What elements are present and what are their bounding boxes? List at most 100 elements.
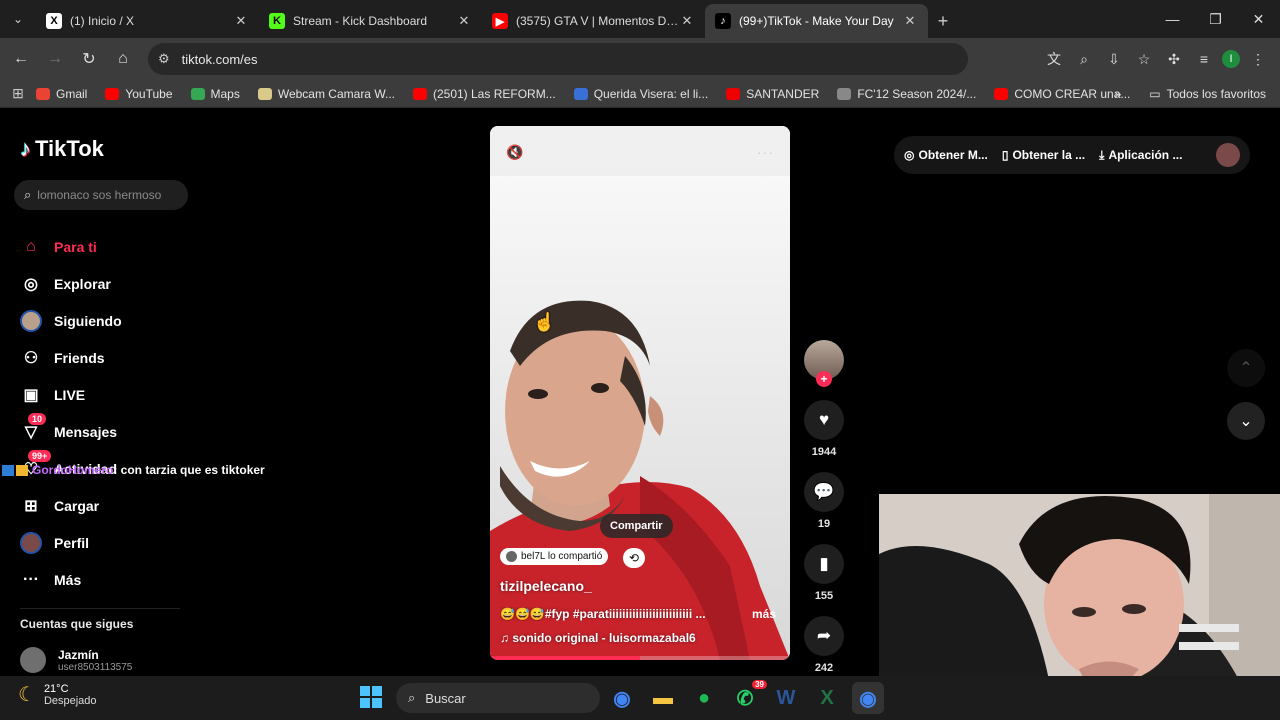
bookmark-item[interactable]: Gmail	[36, 87, 87, 101]
like-action[interactable]: ♥ 1944	[804, 400, 844, 458]
bookmark-item[interactable]: Webcam Camara W...	[257, 87, 395, 101]
get-coins-button[interactable]: ◎ Obtener M...	[904, 148, 988, 162]
sidebar-item-live[interactable]: ▣ LIVE	[20, 376, 122, 413]
comment-action[interactable]: 💬 19	[804, 472, 844, 530]
sidebar-item-cargar[interactable]: ⊞ Cargar	[20, 487, 122, 524]
sidebar-item-para-ti[interactable]: ⌂ Para ti	[20, 228, 122, 265]
bookmarks-overflow-icon[interactable]: »	[1115, 87, 1122, 101]
bookmark-icon[interactable]: ▮	[804, 544, 844, 584]
video-player[interactable]: 🔇 ··· Compartir bel7L lo compartió ⟲ tiz…	[490, 126, 790, 660]
sidebar-item-friends[interactable]: ⚇ Friends	[20, 339, 122, 376]
sound-name: sonido original - luisormazabal6	[512, 631, 696, 645]
sidebar-item-perfil[interactable]: Perfil	[20, 524, 122, 561]
bookmark-item[interactable]: (2501) Las REFORM...	[412, 87, 556, 101]
bookmark-item[interactable]: FC'12 Season 2024/...	[837, 87, 976, 101]
chat-badge-icon	[16, 464, 28, 476]
explorer-icon[interactable]: ▬	[647, 682, 679, 714]
windows-start-icon[interactable]	[360, 686, 382, 708]
chat-username: GordoHomero	[32, 463, 114, 477]
search-input[interactable]: ⌕ lomonaco sos hermoso	[14, 180, 188, 210]
spotify-icon[interactable]: ●	[688, 682, 720, 714]
home-button[interactable]: ⌂	[106, 42, 140, 76]
sidebar-item-más[interactable]: ··· Más	[20, 561, 122, 598]
mute-icon[interactable]: 🔇	[506, 144, 523, 161]
install-icon[interactable]: ⇩	[1102, 47, 1126, 71]
close-window-button[interactable]: ✕	[1237, 0, 1280, 38]
profile-avatar[interactable]: I	[1222, 50, 1240, 68]
tiktok-page: ♪ TikTok ⌕ lomonaco sos hermoso ⌂ Para t…	[0, 114, 1280, 680]
repost-pill[interactable]: bel7L lo compartió	[500, 548, 609, 565]
word-icon[interactable]: W	[770, 682, 802, 714]
apps-icon[interactable]: ⊞	[0, 85, 36, 102]
video-author[interactable]: tizilpelecano_	[500, 578, 592, 594]
zoom-icon[interactable]: ⌕	[1072, 47, 1096, 71]
get-app-button[interactable]: ▯ Obtener la ...	[1002, 148, 1085, 162]
new-tab-button[interactable]: +	[928, 4, 958, 38]
chrome-icon[interactable]: ◉	[606, 682, 638, 714]
browser-tab[interactable]: ♪ (99+)TikTok - Make Your Day ✕	[705, 4, 928, 38]
media-icon[interactable]: ≡	[1192, 47, 1216, 71]
user-avatar[interactable]	[1216, 143, 1240, 167]
weather-widget[interactable]: ☾ 21°C Despejado	[18, 682, 97, 707]
tab-search-button[interactable]: ⌄	[0, 0, 36, 38]
taskbar-search[interactable]: ⌕ Buscar	[396, 683, 600, 713]
bookmark-label: COMO CREAR una...	[1014, 86, 1131, 101]
minimize-button[interactable]: —	[1151, 0, 1194, 38]
follow-plus-icon[interactable]: +	[816, 371, 832, 387]
following-user[interactable]: Jazmín user8503113575	[20, 647, 132, 673]
sidebar-item-siguiendo[interactable]: Siguiendo	[20, 302, 122, 339]
reload-button[interactable]: ↻	[72, 42, 106, 76]
sidebar-item-explorar[interactable]: ◎ Explorar	[20, 265, 122, 302]
bookmark-item[interactable]: COMO CREAR una...	[994, 87, 1130, 101]
creator-avatar[interactable]: +	[804, 340, 844, 387]
more-icon: ···	[23, 570, 39, 588]
video-progress-bar[interactable]	[490, 656, 790, 660]
share-action[interactable]: ➦ 242	[804, 616, 844, 674]
site-info-icon[interactable]: ⚙	[158, 51, 170, 67]
address-bar[interactable]: ⚙ tiktok.com/es	[148, 43, 968, 75]
translate-icon[interactable]: 文	[1042, 47, 1066, 71]
back-button[interactable]: ←	[4, 42, 38, 76]
more-options-icon[interactable]: ···	[757, 144, 774, 160]
close-tab-icon[interactable]: ✕	[902, 13, 918, 29]
caption-more-link[interactable]: más	[752, 607, 776, 621]
video-sound[interactable]: ♫ sonido original - luisormazabal6	[500, 631, 696, 645]
close-tab-icon[interactable]: ✕	[456, 13, 472, 29]
forward-button[interactable]: →	[38, 42, 72, 76]
sidebar-nav: ⌂ Para ti ◎ Explorar Siguiendo ⚇ Friends ▣ …	[20, 228, 122, 598]
bookmark-item[interactable]: Maps	[190, 87, 240, 101]
live-icon: ▣	[23, 386, 39, 404]
menu-icon[interactable]: ⋮	[1246, 47, 1270, 71]
bookmark-star-icon[interactable]: ☆	[1132, 47, 1156, 71]
taskbar-search-placeholder: Buscar	[425, 690, 466, 706]
share-icon[interactable]: ➦	[804, 616, 844, 656]
top-right-menu: ◎ Obtener M... ▯ Obtener la ... ⤓ Aplicació…	[894, 136, 1250, 174]
close-tab-icon[interactable]: ✕	[679, 13, 695, 29]
comment-count: 19	[817, 518, 831, 530]
browser-tab[interactable]: X (1) Inicio / X ✕	[36, 4, 259, 38]
whatsapp-icon[interactable]: ✆ 39	[729, 680, 767, 714]
desktop-app-button[interactable]: ⤓ Aplicación ...	[1099, 148, 1182, 163]
next-video-button[interactable]: ⌄	[1227, 402, 1265, 440]
bookmark-item[interactable]: YouTube	[105, 87, 173, 101]
chrome-active-icon[interactable]: ◉	[852, 682, 884, 714]
close-tab-icon[interactable]: ✕	[233, 13, 249, 29]
repost-icon[interactable]: ⟲	[623, 548, 645, 568]
comment-icon[interactable]: 💬	[804, 472, 844, 512]
browser-tab[interactable]: ▶ (3575) GTA V | Momentos Diver ✕	[482, 4, 705, 38]
browser-tab[interactable]: K Stream - Kick Dashboard ✕	[259, 4, 482, 38]
bookmark-item[interactable]: SANTANDER	[726, 87, 819, 101]
extensions-icon[interactable]: ✣	[1162, 47, 1186, 71]
excel-icon[interactable]: X	[811, 682, 843, 714]
previous-video-button[interactable]: ⌃	[1227, 349, 1265, 387]
bookmarks-bar: ⊞ Gmail YouTube Maps Webcam Camara W... …	[0, 80, 1280, 108]
tiktok-logo[interactable]: ♪ TikTok	[20, 136, 104, 162]
bookmark-item[interactable]: Querida Visera: el li...	[573, 87, 708, 101]
save-action[interactable]: ▮ 155	[804, 544, 844, 602]
chat-message: : con tarzia que es tiktoker	[113, 463, 265, 477]
maximize-button[interactable]: ❐	[1194, 0, 1237, 38]
sidebar-item-mensajes[interactable]: ▽ 10 Mensajes	[20, 413, 122, 450]
all-bookmarks[interactable]: » ▭ Todos los favoritos	[1115, 87, 1266, 101]
mouse-cursor: ☝	[533, 312, 556, 332]
heart-icon[interactable]: ♥	[804, 400, 844, 440]
